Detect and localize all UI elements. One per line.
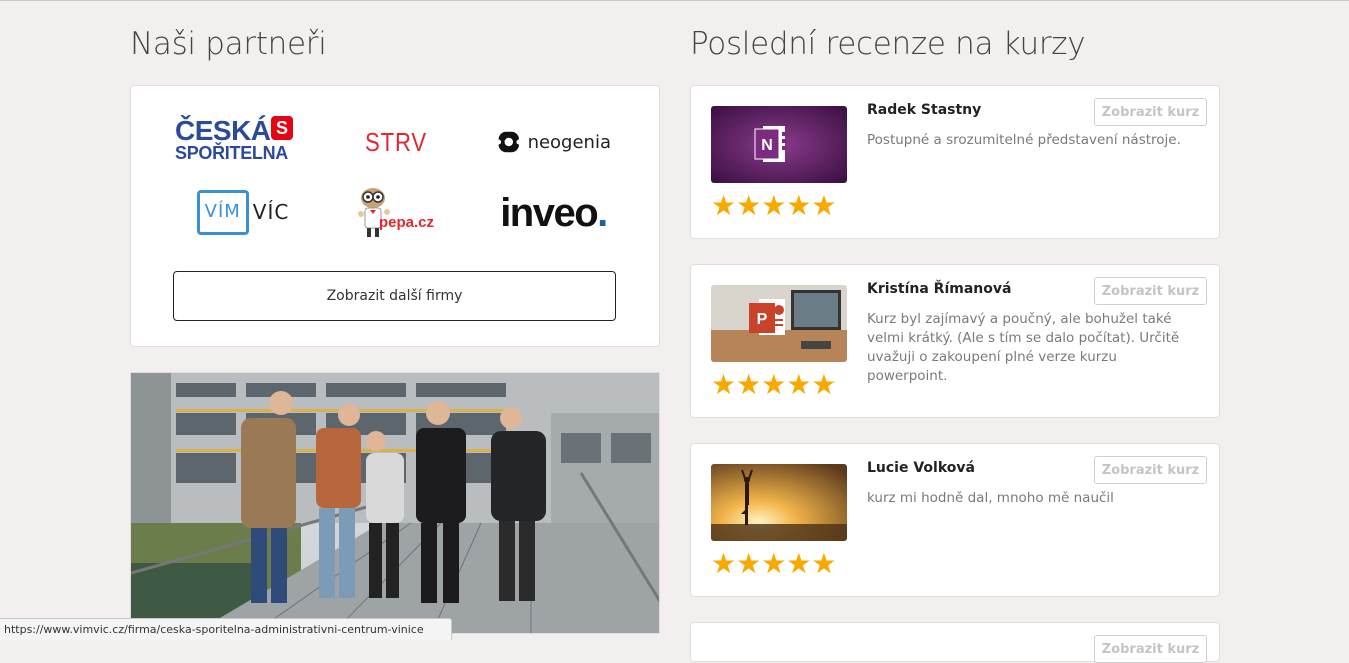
cs-s-icon: S (271, 116, 293, 140)
show-course-button[interactable]: Zobrazit kurz (1094, 98, 1207, 126)
pepa-text: pepa.cz (379, 214, 435, 231)
vimvic-logo[interactable]: VÍM VÍC (193, 186, 293, 238)
svg-text:N: N (761, 137, 773, 154)
course-thumbnail[interactable] (711, 464, 847, 541)
inveo-logo[interactable]: inveo. (486, 188, 621, 238)
review-card: N ★★★★★ Radek Stastny Postupné a srozumi… (690, 85, 1220, 239)
status-bar-url: https://www.vimvic.cz/firma/ceska-sporit… (0, 618, 452, 640)
neogenia-logo[interactable]: neogenia (496, 122, 611, 162)
inveo-text: inveo (500, 190, 598, 235)
team-photo[interactable] (130, 372, 660, 634)
review-card: Zobrazit kurz (690, 622, 1220, 663)
reviewer-name: Kristína Římanová (867, 281, 1012, 297)
cs-logo-line1: ČESKÁ (175, 115, 271, 146)
onenote-icon: N (711, 106, 847, 183)
rating-stars: ★★★★★ (711, 368, 837, 401)
cs-logo-line2: SPOŘITELNA (175, 143, 289, 163)
powerpoint-icon: P (711, 285, 847, 362)
ceska-sporitelna-logo[interactable]: ČESKÁ SPOŘITELNA S (175, 112, 305, 172)
review-card: P ★★★★★ Kristína Římanová Kurz byl zajím… (690, 264, 1220, 418)
pepa-logo[interactable]: pepa.cz (351, 184, 446, 242)
review-text: Kurz byl zajímavý a poučný, ale bohužel … (867, 311, 1180, 384)
pepa-mascot-icon (358, 188, 390, 237)
rating-stars: ★★★★★ (711, 189, 837, 222)
vic-text: VÍC (252, 200, 290, 224)
course-thumbnail[interactable]: N (711, 106, 847, 183)
review-card: ★★★★★ Lucie Volková kurz mi hodně dal, m… (690, 443, 1220, 597)
reviewer-name: Radek Stastny (867, 102, 982, 118)
reviews-title: Poslední recenze na kurzy (690, 26, 1086, 62)
yoga-sunset-image (711, 464, 847, 541)
review-text: kurz mi hodně dal, mnoho mě naučil (867, 490, 1114, 506)
show-course-button[interactable]: Zobrazit kurz (1094, 277, 1207, 305)
partners-title: Naši partneři (130, 26, 327, 62)
course-thumbnail[interactable]: P (711, 285, 847, 362)
vim-box: VÍM (196, 189, 249, 235)
team-photo-image (131, 373, 659, 633)
inveo-dot: . (597, 190, 608, 235)
svg-text:P: P (757, 311, 768, 328)
neogenia-text: neogenia (527, 131, 611, 153)
review-text: Postupné a srozumitelné představení nást… (867, 132, 1181, 148)
reviewer-name: Lucie Volková (867, 460, 975, 476)
show-course-button[interactable]: Zobrazit kurz (1094, 456, 1207, 484)
strv-logo[interactable]: STRV (349, 122, 443, 162)
rating-stars: ★★★★★ (711, 547, 837, 580)
partners-card: ČESKÁ SPOŘITELNA S STRV neogenia VÍM VÍC (130, 85, 660, 347)
show-course-button[interactable]: Zobrazit kurz (1094, 635, 1207, 663)
neogenia-mark-icon (496, 131, 522, 153)
more-firms-button[interactable]: Zobrazit další firmy (173, 271, 616, 321)
